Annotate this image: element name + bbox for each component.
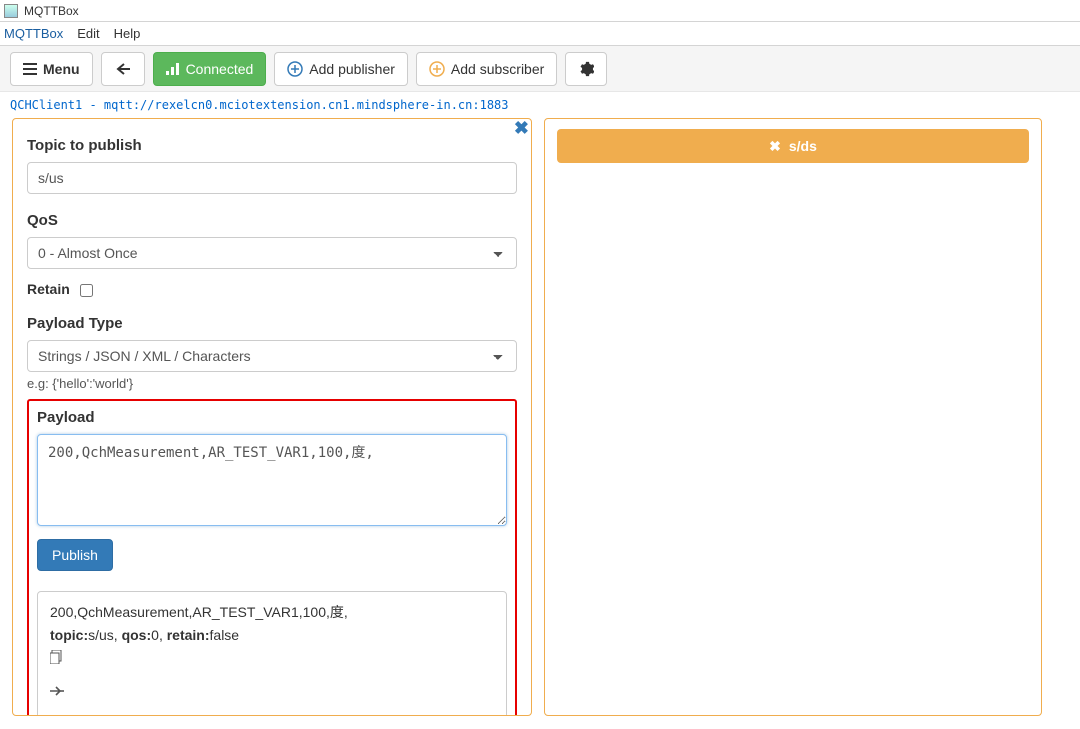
subscriber-topic-label: s/ds [789, 138, 817, 154]
payload-type-select[interactable]: Strings / JSON / XML / Characters [27, 340, 517, 372]
retain-label: Retain [27, 281, 70, 297]
history-qos-label: qos: [122, 627, 152, 643]
history-retain: false [210, 627, 240, 643]
add-publisher-button[interactable]: Add publisher [274, 52, 408, 86]
publisher-scroll[interactable]: Topic to publish QoS 0 - Almost Once Ret… [13, 119, 531, 715]
payload-highlight-box: Payload 200,QchMeasurement,AR_TEST_VAR1,… [27, 399, 517, 715]
client-info: QCHClient1 - mqtt://rexelcn0.mciotextens… [0, 92, 1080, 112]
connected-button[interactable]: Connected [153, 52, 267, 86]
hamburger-icon [23, 63, 37, 75]
payload-label: Payload [37, 409, 507, 426]
plus-circle-icon [287, 61, 303, 77]
history-retain-label: retain: [167, 627, 210, 643]
connected-label: Connected [186, 61, 254, 77]
topic-label: Topic to publish [27, 137, 517, 154]
payload-hint: e.g: {'hello':'world'} [27, 376, 517, 391]
publish-button[interactable]: Publish [37, 539, 113, 571]
retain-row: Retain [27, 281, 517, 297]
close-icon[interactable]: ✖ [769, 138, 781, 155]
retain-checkbox[interactable] [80, 284, 93, 297]
add-publisher-label: Add publisher [309, 61, 395, 77]
arrow-left-icon [116, 63, 130, 75]
settings-button[interactable] [565, 52, 607, 86]
subscriber-panel: ✖ s/ds [544, 118, 1042, 716]
topic-input[interactable] [27, 162, 517, 194]
publisher-panel: ✖ Topic to publish QoS 0 - Almost Once R… [12, 118, 532, 716]
back-button[interactable] [101, 52, 145, 86]
history-actions [50, 650, 494, 715]
close-icon[interactable]: ✖ [514, 118, 529, 139]
add-subscriber-button[interactable]: Add subscriber [416, 52, 557, 86]
plus-circle-icon [429, 61, 445, 77]
toolbar: Menu Connected Add publisher Add subscri… [0, 46, 1080, 92]
menubar: MQTTBox Edit Help [0, 22, 1080, 46]
app-icon [4, 4, 18, 18]
history-topic-label: topic: [50, 627, 88, 643]
history-meta: topic:s/us, qos:0, retain:false [50, 625, 494, 646]
add-subscriber-label: Add subscriber [451, 61, 544, 77]
history-item: 200,QchMeasurement,AR_TEST_VAR1,100,度, t… [37, 591, 507, 715]
menu-button[interactable]: Menu [10, 52, 93, 86]
payload-type-label: Payload Type [27, 315, 517, 332]
qos-select[interactable]: 0 - Almost Once [27, 237, 517, 269]
menubar-help[interactable]: Help [114, 26, 141, 41]
content: ✖ Topic to publish QoS 0 - Almost Once R… [0, 112, 1080, 722]
gear-icon [578, 61, 594, 77]
window-title: MQTTBox [24, 4, 79, 18]
history-topic: s/us [88, 627, 114, 643]
qos-label: QoS [27, 212, 517, 229]
subscriber-topic-chip[interactable]: ✖ s/ds [557, 129, 1029, 163]
copy-icon[interactable] [50, 650, 494, 664]
history-body: 200,QchMeasurement,AR_TEST_VAR1,100,度, [50, 602, 494, 623]
menu-button-label: Menu [43, 61, 80, 77]
window-titlebar: MQTTBox [0, 0, 1080, 22]
payload-textarea[interactable]: 200,QchMeasurement,AR_TEST_VAR1,100,度, [37, 434, 507, 526]
menubar-edit[interactable]: Edit [77, 26, 99, 41]
menubar-brand[interactable]: MQTTBox [4, 26, 63, 41]
history-qos: 0 [151, 627, 159, 643]
signal-icon [166, 63, 180, 75]
resend-icon[interactable] [50, 685, 494, 697]
